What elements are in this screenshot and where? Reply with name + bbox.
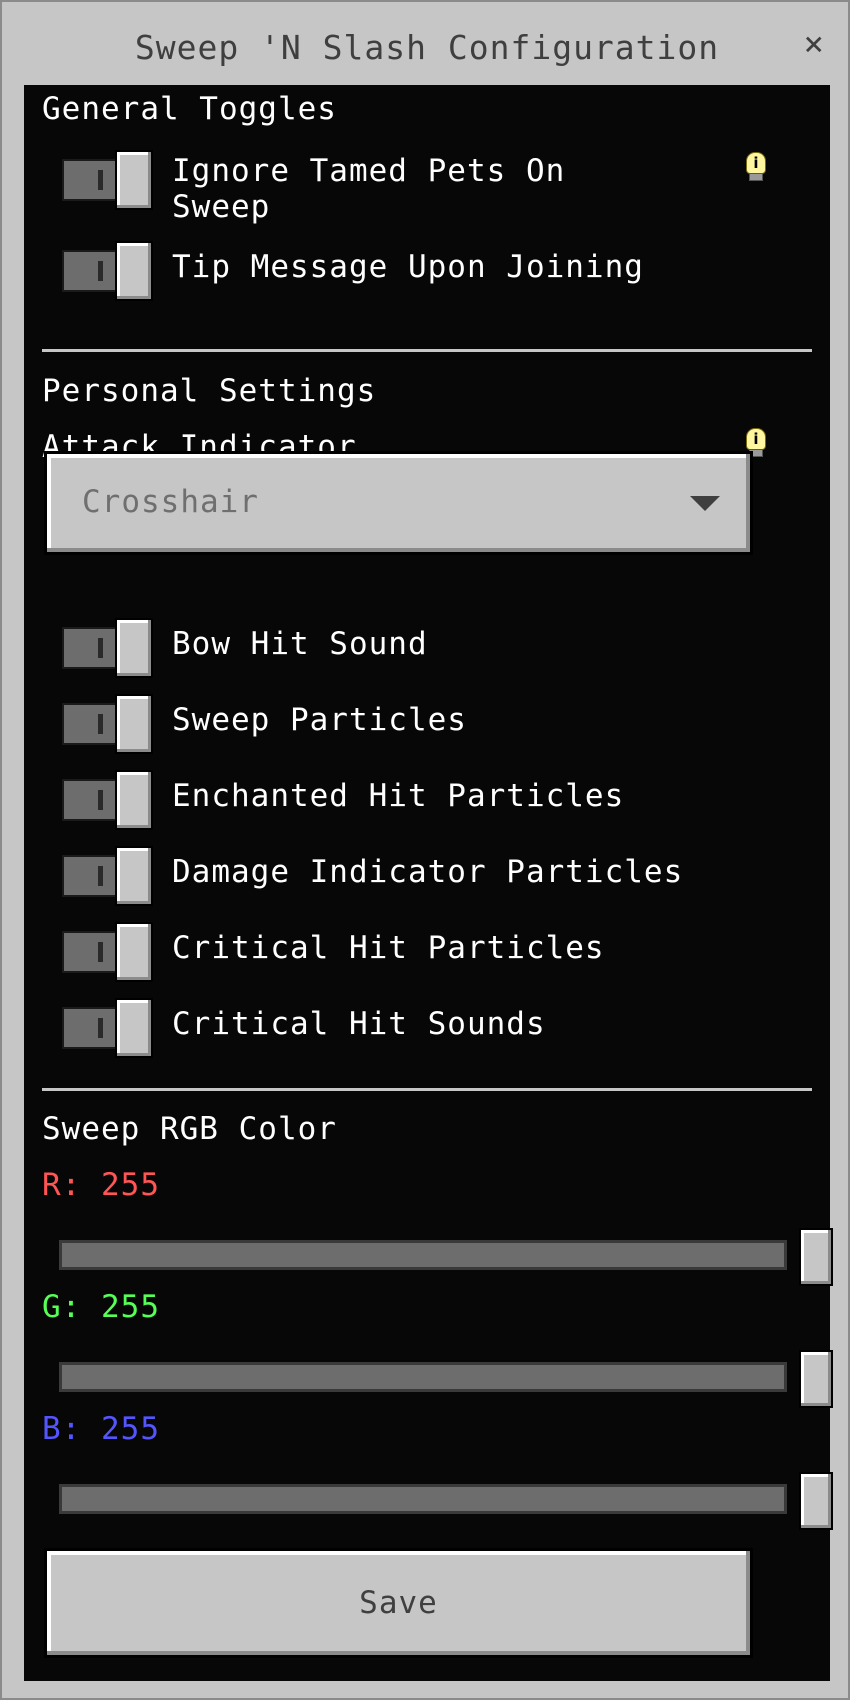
critical-hit-particles-label: Critical Hit Particles — [172, 930, 605, 966]
title-bar: Sweep 'N Slash Configuration × — [2, 2, 850, 94]
slider-track — [59, 1362, 787, 1392]
toggle-ignore-tamed-pets[interactable] — [59, 150, 154, 210]
toggle-critical-hit-sounds[interactable] — [59, 998, 154, 1058]
ignore-tamed-pets-label-line1: Ignore Tamed Pets On — [172, 153, 566, 189]
lightbulb-info-icon[interactable]: i — [745, 152, 767, 182]
red-slider[interactable] — [59, 1228, 833, 1286]
blue-slider[interactable] — [59, 1472, 833, 1530]
sweep-particles-label: Sweep Particles — [172, 702, 467, 738]
green-value-label: G: 255 — [42, 1289, 160, 1325]
slider-handle[interactable] — [799, 1350, 833, 1408]
toggle-knob — [115, 150, 153, 210]
blue-value-label: B: 255 — [42, 1411, 160, 1447]
enchanted-hit-particles-label: Enchanted Hit Particles — [172, 778, 625, 814]
save-button[interactable]: Save — [44, 1548, 753, 1658]
divider — [42, 349, 812, 352]
slider-handle[interactable] — [799, 1228, 833, 1286]
bow-hit-sound-label: Bow Hit Sound — [172, 626, 428, 662]
toggle-critical-hit-particles[interactable] — [59, 922, 154, 982]
critical-hit-sounds-label: Critical Hit Sounds — [172, 1006, 546, 1042]
sweep-rgb-heading: Sweep RGB Color — [42, 1111, 337, 1147]
tip-message-label: Tip Message Upon Joining — [172, 249, 644, 285]
green-slider[interactable] — [59, 1350, 833, 1408]
close-icon[interactable]: × — [804, 24, 824, 64]
toggle-knob — [115, 846, 153, 906]
personal-settings-heading: Personal Settings — [42, 373, 377, 409]
toggle-knob — [115, 770, 153, 830]
toggle-enchanted-hit-particles[interactable] — [59, 770, 154, 830]
general-toggles-heading: General Toggles — [42, 91, 337, 127]
attack-indicator-dropdown[interactable]: Crosshair — [44, 451, 753, 555]
toggle-knob — [115, 922, 153, 982]
toggle-knob — [115, 694, 153, 754]
slider-track — [59, 1484, 787, 1514]
caret-down-icon — [690, 496, 720, 511]
toggle-bow-hit-sound[interactable] — [59, 618, 154, 678]
settings-panel: General Toggles Ignore Tamed Pets On Swe… — [24, 85, 833, 1681]
toggle-knob — [115, 998, 153, 1058]
dropdown-value: Crosshair — [82, 484, 259, 520]
red-value-label: R: 255 — [42, 1167, 160, 1203]
toggle-knob — [115, 618, 153, 678]
divider — [42, 1088, 812, 1091]
save-button-label: Save — [359, 1585, 438, 1621]
toggle-sweep-particles[interactable] — [59, 694, 154, 754]
toggle-damage-indicator-particles[interactable] — [59, 846, 154, 906]
toggle-knob — [115, 241, 153, 301]
slider-track — [59, 1240, 787, 1270]
ignore-tamed-pets-label-line2: Sweep — [172, 189, 271, 225]
toggle-tip-message[interactable] — [59, 241, 154, 301]
damage-indicator-particles-label: Damage Indicator Particles — [172, 854, 684, 890]
window-title: Sweep 'N Slash Configuration — [134, 28, 720, 67]
config-window: Sweep 'N Slash Configuration × General T… — [0, 0, 850, 1700]
slider-handle[interactable] — [799, 1472, 833, 1530]
